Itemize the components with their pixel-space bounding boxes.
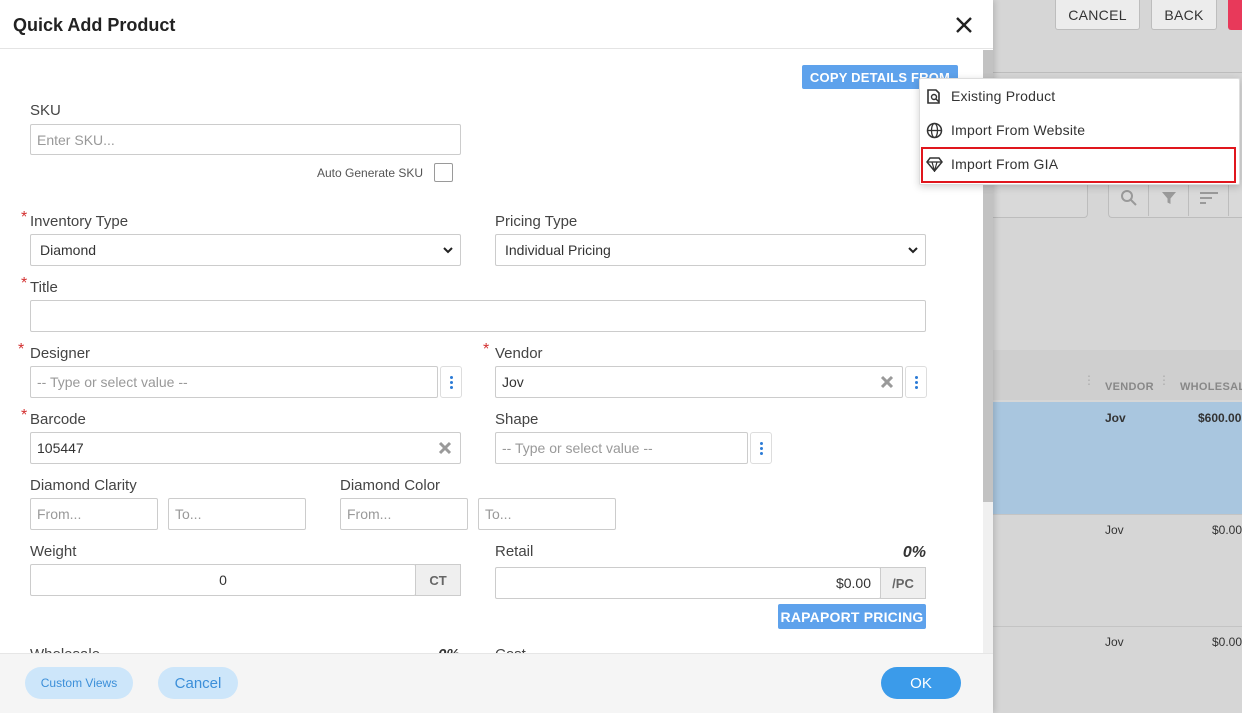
retail-label: Retail <box>495 543 534 560</box>
retail-unit: /PC <box>880 567 926 599</box>
barcode-value: 105447 <box>37 440 84 456</box>
shape-input[interactable] <box>495 432 748 464</box>
column-header-wholesale[interactable]: WHOLESALE <box>1180 381 1242 393</box>
vendor-options-button[interactable] <box>905 366 927 398</box>
bg-action-button[interactable] <box>1228 0 1242 30</box>
diamond-color-label: Diamond Color <box>340 477 441 494</box>
modal-header: Quick Add Product <box>0 0 993 49</box>
menu-item-existing-product[interactable]: Existing Product <box>920 79 1239 113</box>
title-input[interactable] <box>30 300 926 332</box>
menu-item-import-from-gia[interactable]: Import From GIA <box>920 147 1239 181</box>
quick-add-product-modal: Quick Add Product COPY DETAILS FROM SKU … <box>0 0 993 713</box>
auto-generate-sku-checkbox[interactable] <box>434 163 453 182</box>
bg-cancel-button[interactable]: CANCEL <box>1055 0 1140 30</box>
weight-value: 0 <box>219 572 227 588</box>
table-cell-wholesale: $0.00 <box>1212 635 1242 649</box>
menu-item-import-from-website[interactable]: Import From Website <box>920 113 1239 147</box>
cancel-button[interactable]: Cancel <box>158 667 238 699</box>
chevron-down-icon <box>908 247 918 254</box>
clear-icon[interactable] <box>438 441 452 455</box>
vendor-input[interactable]: Jov <box>495 366 903 398</box>
required-marker: * <box>21 275 28 292</box>
table-cell-vendor: Jov <box>1105 411 1126 425</box>
weight-unit: CT <box>415 564 461 596</box>
table-cell-vendor: Jov <box>1105 635 1124 649</box>
auto-generate-sku-label: Auto Generate SKU <box>317 166 424 180</box>
copy-details-dropdown: Existing Product Import From Website Imp… <box>919 78 1240 185</box>
row-divider <box>993 514 1242 515</box>
shape-options-button[interactable] <box>750 432 772 464</box>
menu-item-label: Import From Website <box>951 122 1086 138</box>
column-resize-handle[interactable]: ⋮ <box>1083 374 1095 394</box>
menu-item-label: Existing Product <box>951 88 1056 104</box>
weight-label: Weight <box>30 543 77 560</box>
bg-back-button[interactable]: BACK <box>1151 0 1217 30</box>
sku-label: SKU <box>30 102 61 119</box>
pricing-type-value: Individual Pricing <box>505 242 611 258</box>
retail-value: $0.00 <box>835 575 871 591</box>
table-cell-vendor: Jov <box>1105 523 1124 537</box>
existing-product-icon <box>925 87 943 105</box>
diamond-color-from-input[interactable] <box>340 498 468 530</box>
retail-input[interactable]: $0.00 <box>495 567 881 599</box>
ok-button[interactable]: OK <box>881 667 961 699</box>
bg-divider <box>993 72 1242 73</box>
designer-label: Designer <box>30 345 91 362</box>
pricing-type-select[interactable]: Individual Pricing <box>495 234 926 266</box>
diamond-clarity-label: Diamond Clarity <box>30 477 137 494</box>
sku-input[interactable] <box>30 124 461 155</box>
close-icon[interactable] <box>952 13 976 37</box>
required-marker: * <box>21 209 28 226</box>
shape-label: Shape <box>495 411 539 428</box>
inventory-type-value: Diamond <box>40 242 97 258</box>
table-cell-wholesale: $600.00 <box>1198 411 1242 425</box>
modal-footer: Custom Views Cancel OK <box>0 653 993 713</box>
title-label: Title <box>30 279 58 296</box>
filter-icon[interactable] <box>1149 180 1189 216</box>
retail-percent: 0% <box>902 544 926 561</box>
sort-icon[interactable] <box>1189 180 1229 216</box>
column-resize-handle[interactable]: ⋮ <box>1158 374 1170 394</box>
menu-item-label: Import From GIA <box>951 156 1059 172</box>
custom-views-button[interactable]: Custom Views <box>25 667 133 699</box>
column-header-vendor[interactable]: VENDOR <box>1105 381 1154 393</box>
row-divider <box>993 626 1242 627</box>
inventory-type-label: Inventory Type <box>30 213 129 230</box>
modal-title: Quick Add Product <box>13 15 176 35</box>
pricing-type-label: Pricing Type <box>495 213 578 230</box>
barcode-input[interactable]: 105447 <box>30 432 461 464</box>
diamond-color-to-input[interactable] <box>478 498 616 530</box>
required-marker: * <box>18 341 25 358</box>
table-cell-wholesale: $0.00 <box>1212 523 1242 537</box>
search-icon[interactable] <box>1109 180 1149 216</box>
weight-input[interactable]: 0 <box>30 564 416 596</box>
diamond-clarity-from-input[interactable] <box>30 498 158 530</box>
bg-search-box[interactable] <box>993 180 1088 218</box>
rapaport-pricing-button[interactable]: RAPAPORT PRICING <box>778 604 926 629</box>
vendor-value: Jov <box>502 374 524 390</box>
designer-input[interactable] <box>30 366 438 398</box>
inventory-type-select[interactable]: Diamond <box>30 234 461 266</box>
globe-icon <box>925 121 943 139</box>
diamond-icon <box>925 155 943 173</box>
clear-icon[interactable] <box>880 375 894 389</box>
diamond-clarity-to-input[interactable] <box>168 498 306 530</box>
designer-options-button[interactable] <box>440 366 462 398</box>
required-marker: * <box>21 407 28 424</box>
chevron-down-icon <box>443 247 453 254</box>
required-marker: * <box>483 341 490 358</box>
vendor-label: Vendor <box>495 345 543 362</box>
barcode-label: Barcode <box>30 411 86 428</box>
bg-toolbar <box>1108 180 1242 218</box>
